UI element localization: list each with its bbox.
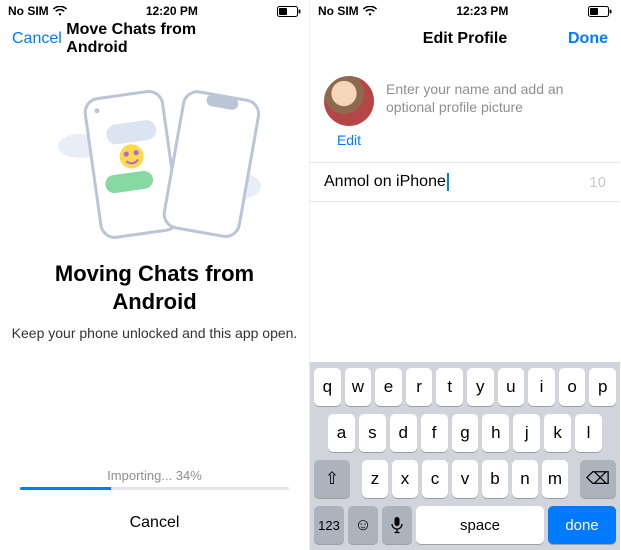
key-row-2: asdfghjkl xyxy=(314,414,616,452)
key-d[interactable]: d xyxy=(390,414,417,452)
wifi-icon xyxy=(53,6,67,16)
nav-cancel[interactable]: Cancel xyxy=(12,30,66,48)
progress-label: Importing... 34% xyxy=(20,468,289,483)
key-row-1: qwertyuiop xyxy=(314,368,616,406)
nav-title: Edit Profile xyxy=(423,30,507,48)
name-input-row[interactable]: Anmol on iPhone 10 xyxy=(310,162,620,202)
status-bar: No SIM 12:23 PM xyxy=(310,0,620,20)
carrier-text: No SIM xyxy=(318,4,359,18)
key-x[interactable]: x xyxy=(392,460,418,498)
screen-move-chats: No SIM 12:20 PM Cancel Move Chats from A… xyxy=(0,0,310,550)
space-key[interactable]: space xyxy=(416,506,544,544)
key-row-3: ⇧ zxcvbnm ⌫ xyxy=(314,460,616,498)
key-j[interactable]: j xyxy=(513,414,540,452)
key-e[interactable]: e xyxy=(375,368,402,406)
avatar[interactable] xyxy=(324,76,374,126)
key-s[interactable]: s xyxy=(359,414,386,452)
key-r[interactable]: r xyxy=(406,368,433,406)
nav-title: Move Chats from Android xyxy=(66,21,242,57)
cancel-button[interactable]: Cancel xyxy=(0,514,309,532)
carrier-text: No SIM xyxy=(8,4,49,18)
status-bar: No SIM 12:20 PM xyxy=(0,0,309,20)
import-progress: Importing... 34% xyxy=(20,468,289,490)
emoji-key[interactable]: ☺ xyxy=(348,506,378,544)
shift-key[interactable]: ⇧ xyxy=(314,460,350,498)
key-w[interactable]: w xyxy=(345,368,372,406)
key-c[interactable]: c xyxy=(422,460,448,498)
key-p[interactable]: p xyxy=(589,368,616,406)
key-z[interactable]: z xyxy=(362,460,388,498)
key-f[interactable]: f xyxy=(421,414,448,452)
main-heading: Moving Chats from Android xyxy=(0,260,309,315)
key-i[interactable]: i xyxy=(528,368,555,406)
profile-hint: Enter your name and add an optional prof… xyxy=(386,76,606,116)
key-n[interactable]: n xyxy=(512,460,538,498)
key-v[interactable]: v xyxy=(452,460,478,498)
progress-track xyxy=(20,487,289,490)
key-u[interactable]: u xyxy=(498,368,525,406)
key-k[interactable]: k xyxy=(544,414,571,452)
name-input[interactable]: Anmol on iPhone xyxy=(324,173,449,191)
key-t[interactable]: t xyxy=(436,368,463,406)
key-b[interactable]: b xyxy=(482,460,508,498)
key-row-4: 123 ☺ space done xyxy=(314,506,616,544)
key-l[interactable]: l xyxy=(575,414,602,452)
key-m[interactable]: m xyxy=(542,460,568,498)
done-button[interactable]: Done xyxy=(548,30,608,48)
battery-icon xyxy=(277,6,301,17)
progress-fill xyxy=(20,487,111,490)
key-q[interactable]: q xyxy=(314,368,341,406)
key-g[interactable]: g xyxy=(452,414,479,452)
screen-edit-profile: No SIM 12:23 PM Edit Profile Done Edit E… xyxy=(310,0,620,550)
phones-illustration xyxy=(45,76,265,246)
numbers-key[interactable]: 123 xyxy=(314,506,344,544)
char-remaining: 10 xyxy=(589,174,606,191)
subtitle: Keep your phone unlocked and this app op… xyxy=(0,325,309,341)
edit-photo-link[interactable]: Edit xyxy=(337,132,361,148)
key-o[interactable]: o xyxy=(559,368,586,406)
clock: 12:23 PM xyxy=(456,4,508,18)
key-a[interactable]: a xyxy=(328,414,355,452)
mic-key[interactable] xyxy=(382,506,412,544)
wifi-icon xyxy=(363,6,377,16)
profile-block: Edit Enter your name and add an optional… xyxy=(310,58,620,156)
key-h[interactable]: h xyxy=(482,414,509,452)
battery-icon xyxy=(588,6,612,17)
nav-bar: Edit Profile Done xyxy=(310,20,620,58)
key-y[interactable]: y xyxy=(467,368,494,406)
done-key[interactable]: done xyxy=(548,506,616,544)
nav-bar: Cancel Move Chats from Android xyxy=(0,20,309,58)
backspace-key[interactable]: ⌫ xyxy=(580,460,616,498)
ios-keyboard: qwertyuiop asdfghjkl ⇧zxcvbnm⌫ 123 ☺ spa… xyxy=(310,362,620,550)
clock: 12:20 PM xyxy=(146,4,198,18)
